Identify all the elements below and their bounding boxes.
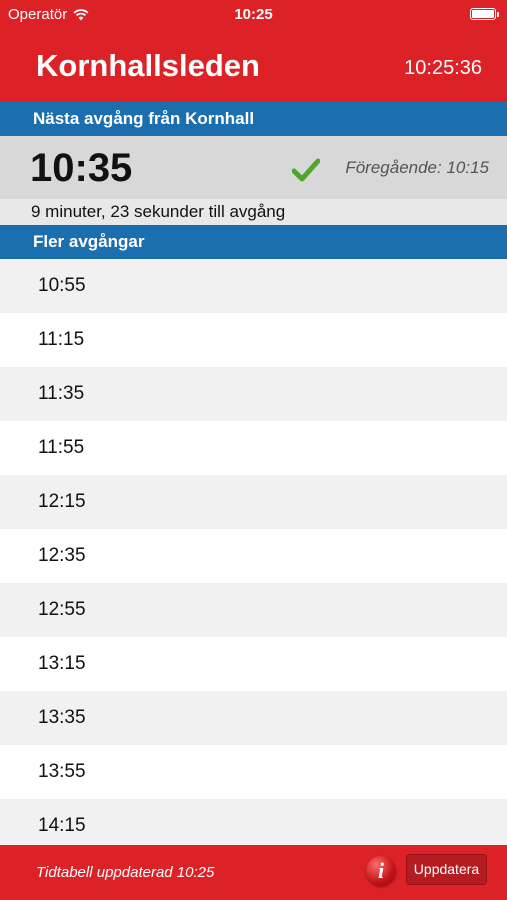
departure-time: 10:55 <box>38 275 86 296</box>
more-departures-header: Fler avgångar <box>0 225 507 259</box>
departure-row[interactable]: 14:15 <box>0 799 507 845</box>
departure-time: 14:15 <box>38 815 86 836</box>
status-bar: Operatör 10:25 <box>0 0 507 28</box>
departure-row[interactable]: 11:15 <box>0 313 507 367</box>
next-departure-box: 10:35 Föregående: 10:15 <box>0 136 507 199</box>
app-header: Operatör 10:25 Kornhallsleden 10:25:36 <box>0 0 507 102</box>
departure-row[interactable]: 11:35 <box>0 367 507 421</box>
departure-row[interactable]: 12:35 <box>0 529 507 583</box>
departure-time: 13:35 <box>38 707 86 728</box>
departure-row[interactable]: 12:15 <box>0 475 507 529</box>
update-button[interactable]: Uppdatera <box>406 854 487 885</box>
departure-row[interactable]: 12:55 <box>0 583 507 637</box>
current-clock: 10:25:36 <box>404 57 482 79</box>
next-departure-time: 10:35 <box>30 146 133 190</box>
timetable-updated-text: Tidtabell uppdaterad 10:25 <box>36 864 215 881</box>
next-departure-header: Nästa avgång från Kornhall <box>0 102 507 136</box>
departure-time: 13:55 <box>38 761 86 782</box>
departure-time: 12:55 <box>38 599 86 620</box>
page-title: Kornhallsleden <box>36 48 260 83</box>
departure-time: 11:55 <box>38 437 85 458</box>
departure-row[interactable]: 10:55 <box>0 259 507 313</box>
footer-bar: Tidtabell uppdaterad 10:25 i Uppdatera <box>0 845 507 900</box>
departure-time: 12:15 <box>38 491 86 512</box>
departure-time: 11:35 <box>38 383 85 404</box>
departure-time: 12:35 <box>38 545 86 566</box>
countdown-text: 9 minuter, 23 sekunder till avgång <box>0 199 507 225</box>
departure-row[interactable]: 13:15 <box>0 637 507 691</box>
departures-list[interactable]: 10:55 11:15 11:35 11:55 12:15 12:35 12:5… <box>0 259 507 845</box>
check-icon <box>292 158 320 182</box>
previous-departure: Föregående: 10:15 <box>345 158 489 177</box>
departure-time: 13:15 <box>38 653 86 674</box>
departure-row[interactable]: 13:35 <box>0 691 507 745</box>
departure-row[interactable]: 11:55 <box>0 421 507 475</box>
departure-time: 11:15 <box>38 329 85 350</box>
status-time: 10:25 <box>234 6 273 23</box>
info-icon[interactable]: i <box>366 856 396 886</box>
battery-icon <box>470 8 499 20</box>
departure-row[interactable]: 13:55 <box>0 745 507 799</box>
